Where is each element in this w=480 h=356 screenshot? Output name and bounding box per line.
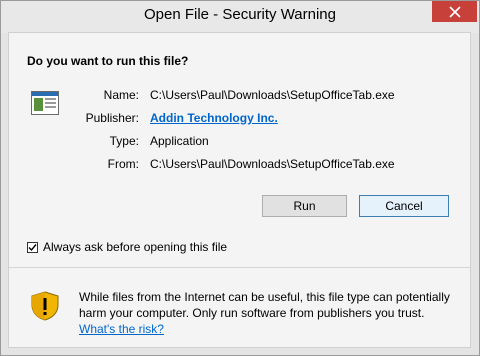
from-label: From: (107, 157, 139, 171)
dialog-question: Do you want to run this file? (27, 54, 189, 68)
type-label: Type: (109, 134, 139, 148)
cancel-button[interactable]: Cancel (359, 195, 449, 217)
detail-row-from: From: C:\Users\Paul\Downloads\SetupOffic… (9, 157, 469, 173)
warning-shield-icon (31, 291, 59, 321)
always-ask-checkbox-row[interactable]: Always ask before opening this file (27, 239, 227, 255)
name-label: Name: (103, 88, 139, 102)
title-bar[interactable]: Open File - Security Warning (1, 1, 479, 33)
warning-message: While files from the Internet can be use… (79, 289, 464, 337)
check-icon (28, 243, 37, 251)
divider (9, 267, 470, 268)
whats-the-risk-link[interactable]: What's the risk? (79, 321, 464, 337)
type-value: Application (150, 134, 209, 148)
name-value: C:\Users\Paul\Downloads\SetupOfficeTab.e… (150, 88, 395, 102)
always-ask-checkbox[interactable] (27, 241, 38, 253)
dialog-body: Do you want to run this file? Name: C:\U… (8, 32, 471, 348)
close-icon (448, 5, 461, 18)
detail-row-publisher: Publisher: Addin Technology Inc. (9, 111, 469, 127)
detail-row-name: Name: C:\Users\Paul\Downloads\SetupOffic… (9, 88, 469, 104)
warning-text: While files from the Internet can be use… (79, 290, 450, 320)
publisher-link[interactable]: Addin Technology Inc. (150, 111, 278, 125)
from-value: C:\Users\Paul\Downloads\SetupOfficeTab.e… (150, 157, 395, 171)
window-title: Open File - Security Warning (143, 6, 336, 23)
publisher-label: Publisher: (85, 111, 139, 125)
close-button[interactable] (432, 1, 477, 22)
run-button[interactable]: Run (262, 195, 347, 217)
always-ask-label: Always ask before opening this file (43, 240, 228, 254)
security-warning-dialog: Open File - Security Warning Do you want… (0, 0, 480, 356)
detail-row-type: Type: Application (9, 134, 469, 150)
